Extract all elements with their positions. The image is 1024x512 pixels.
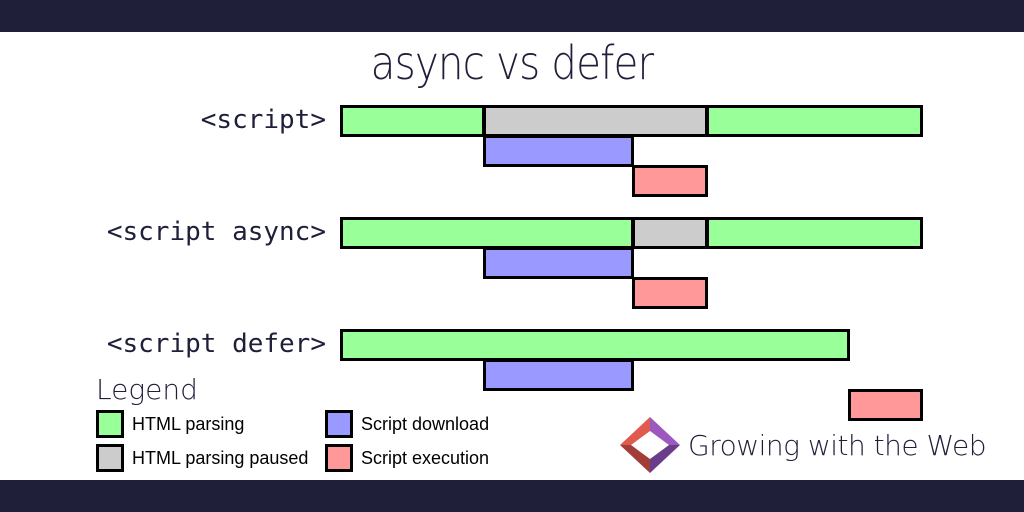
legend-label: HTML parsing: [132, 413, 245, 434]
legend-item-html-parsing: HTML parsing: [96, 410, 244, 438]
legend-swatch-script-execution: [325, 444, 353, 472]
page-title: async vs defer: [370, 36, 655, 90]
row-label: <script>: [200, 105, 326, 135]
bar-html-parsing-paused: [483, 105, 708, 137]
bar-script-execution: [632, 277, 708, 309]
row-label: <script defer>: [106, 329, 326, 359]
legend-label: HTML parsing paused: [132, 447, 309, 468]
bar-html-parsing: [706, 105, 923, 137]
legend-swatch-script-download: [325, 410, 353, 438]
legend-item-script-execution: Script execution: [325, 444, 489, 472]
legend-label: Script download: [361, 413, 490, 434]
bar-script-download: [483, 359, 634, 391]
legend-title: Legend: [96, 373, 198, 406]
bar-html-parsing: [340, 217, 634, 249]
bar-script-execution: [632, 165, 708, 197]
top-band: [0, 0, 1024, 32]
diamond-logo-icon: [620, 417, 680, 473]
bar-script-download: [483, 135, 634, 167]
legend-item-html-parsing-paused: HTML parsing paused: [96, 444, 308, 472]
bottom-band: [0, 480, 1024, 512]
brand-name: Growing with the Web: [688, 428, 987, 462]
legend-swatch-html-parsing: [96, 410, 124, 438]
row-label: <script async>: [106, 217, 326, 247]
legend-item-script-download: Script download: [325, 410, 489, 438]
brand: Growing with the Web: [618, 415, 987, 475]
bar-html-parsing: [706, 217, 923, 249]
bar-html-parsing: [340, 329, 850, 361]
bar-script-download: [483, 247, 634, 279]
bar-html-parsing: [340, 105, 485, 137]
legend-swatch-html-parsing-paused: [96, 444, 124, 472]
bar-html-parsing-paused: [632, 217, 708, 249]
legend-label: Script execution: [361, 447, 490, 468]
